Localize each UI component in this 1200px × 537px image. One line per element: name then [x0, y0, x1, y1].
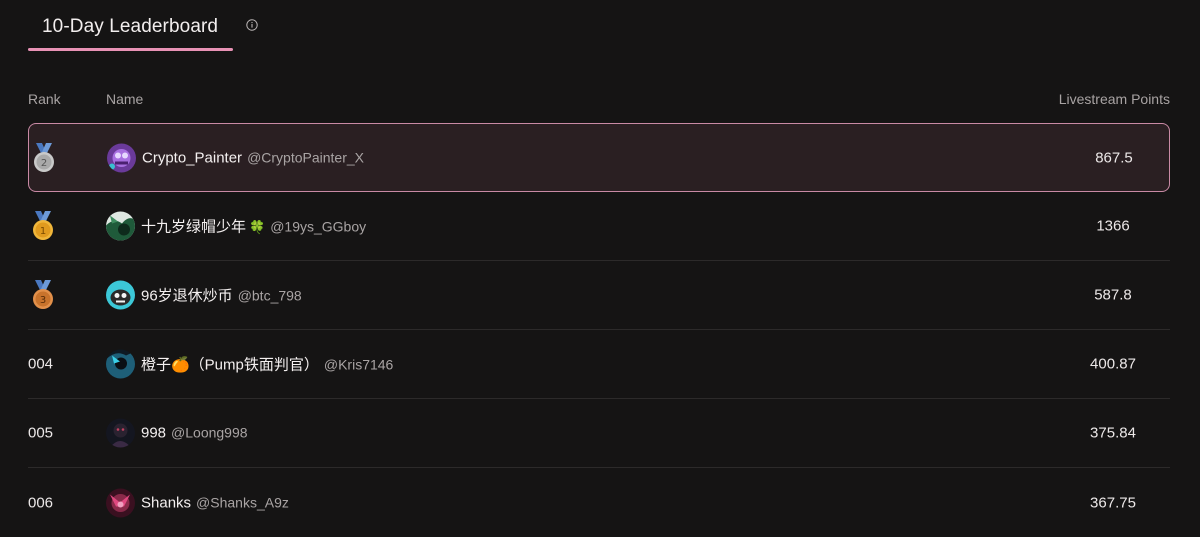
display-name[interactable]: 十九岁绿帽少年: [141, 216, 246, 237]
tab-label: 10-Day Leaderboard: [42, 16, 219, 37]
user-handle[interactable]: @Loong998: [171, 425, 248, 441]
tab-10-day-leaderboard[interactable]: 10-Day Leaderboard: [28, 12, 234, 51]
name-cell: 96岁退休炒币 @btc_798: [141, 285, 302, 306]
name-cell: 998 @Loong998: [141, 425, 248, 442]
table-row[interactable]: 1 十九岁绿帽少年 🍀 @19ys_GGboy 1366: [28, 192, 1170, 261]
display-name[interactable]: 998: [141, 425, 166, 442]
avatar[interactable]: [106, 418, 135, 448]
avatar[interactable]: [107, 143, 136, 172]
gold-medal-icon: 1: [33, 211, 53, 240]
leaderboard-page: 10-Day Leaderboard Rank Name Livestream …: [0, 0, 1200, 537]
display-name[interactable]: Crypto_Painter: [142, 149, 242, 166]
points-value: 867.5: [1095, 149, 1133, 166]
column-header-rank: Rank: [28, 91, 61, 107]
avatar[interactable]: [106, 211, 135, 241]
table-row[interactable]: 004 橙子🍊（Pump铁面判官） @Kris7146 400.87: [28, 330, 1170, 399]
display-name[interactable]: 橙子🍊（Pump铁面判官）: [141, 354, 319, 375]
name-cell: Crypto_Painter @CryptoPainter_X: [142, 149, 364, 166]
points-value: 367.75: [1090, 494, 1136, 511]
table-row[interactable]: 3 96岁退休炒币 @btc_798 587.8: [28, 261, 1170, 330]
svg-text:2: 2: [41, 158, 47, 169]
user-handle[interactable]: @Shanks_A9z: [196, 494, 289, 510]
points-value: 375.84: [1090, 424, 1136, 442]
user-handle[interactable]: @btc_798: [238, 288, 302, 304]
display-name[interactable]: Shanks: [141, 494, 191, 511]
table-row[interactable]: 006 Shanks @Shanks_A9z 367.75: [28, 468, 1170, 537]
tab-active-underline: [28, 48, 234, 51]
column-header-name: Name: [106, 91, 144, 107]
display-name[interactable]: 96岁退休炒币: [141, 285, 233, 306]
avatar[interactable]: [106, 349, 135, 379]
points-value: 587.8: [1094, 286, 1132, 304]
avatar[interactable]: [106, 280, 135, 310]
name-cell: Shanks @Shanks_A9z: [141, 494, 289, 511]
user-handle[interactable]: @19ys_GGboy: [270, 219, 366, 235]
svg-text:1: 1: [40, 226, 46, 237]
table-row[interactable]: 2 Crypto_Painter @CryptoPainter_X 867.5: [28, 123, 1170, 192]
silver-medal-icon: 2: [34, 142, 54, 172]
points-value: 1366: [1096, 217, 1130, 235]
user-handle[interactable]: @Kris7146: [324, 357, 393, 373]
avatar[interactable]: [106, 488, 135, 517]
info-circle-icon[interactable]: [246, 19, 258, 31]
column-header-points: Livestream Points: [1058, 91, 1170, 107]
tab-bar: 10-Day Leaderboard: [28, 12, 258, 51]
name-cell: 橙子🍊（Pump铁面判官） @Kris7146: [141, 354, 393, 375]
user-handle[interactable]: @CryptoPainter_X: [247, 149, 364, 165]
table-row[interactable]: 005 998 @Loong998 375.84: [28, 399, 1170, 468]
points-value: 400.87: [1090, 355, 1136, 373]
rank-number: 005: [28, 424, 54, 442]
svg-text:3: 3: [40, 295, 46, 306]
bronze-medal-icon: 3: [33, 280, 53, 309]
four-leaf-clover-icon: 🍀: [249, 219, 266, 235]
rank-number: 004: [28, 355, 54, 373]
rank-number: 006: [28, 494, 54, 511]
name-cell: 十九岁绿帽少年 🍀 @19ys_GGboy: [141, 216, 366, 237]
leaderboard-table: 2 Crypto_Painter @CryptoPainter_X 867.5: [28, 123, 1170, 537]
